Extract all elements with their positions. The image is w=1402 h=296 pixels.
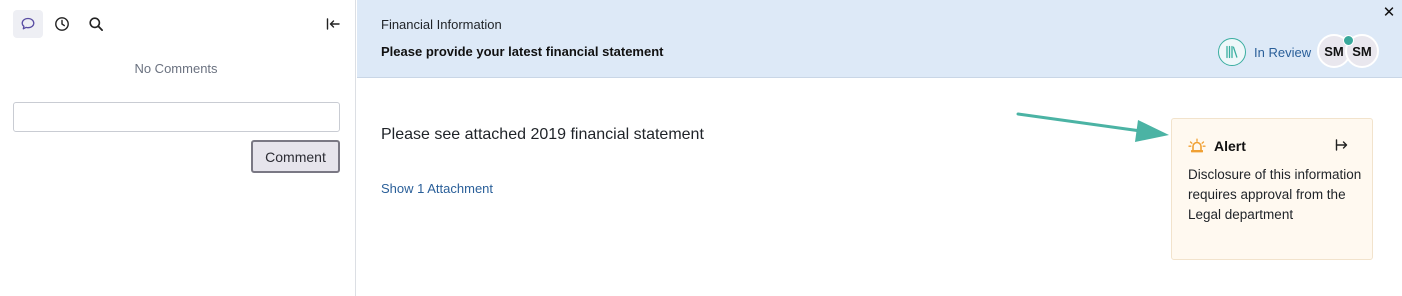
approved-check-badge — [1343, 35, 1354, 46]
siren-icon — [1188, 138, 1206, 153]
search-tab-button[interactable] — [81, 10, 111, 38]
comment-button[interactable]: Comment — [251, 140, 340, 173]
show-attachment-link[interactable]: Show 1 Attachment — [381, 181, 493, 196]
comment-icon — [21, 17, 35, 30]
question-title: Please provide your latest financial sta… — [381, 44, 664, 59]
section-label: Financial Information — [381, 17, 502, 32]
library-icon — [1226, 45, 1238, 59]
alert-body: Disclosure of this information requires … — [1188, 167, 1362, 222]
close-icon: ✕ — [1382, 4, 1396, 21]
question-header: Financial Information Please provide you… — [357, 0, 1402, 78]
alert-title: Alert — [1214, 138, 1246, 154]
comments-tab-button[interactable] — [13, 10, 43, 38]
expand-right-icon[interactable] — [1334, 136, 1350, 154]
status-text: In Review — [1254, 45, 1312, 60]
collapse-sidebar-button[interactable] — [320, 10, 346, 38]
main-panel: Financial Information Please provide you… — [357, 0, 1402, 296]
comment-input[interactable] — [13, 102, 340, 132]
history-tab-button[interactable] — [47, 10, 77, 38]
collapse-left-icon — [326, 18, 340, 30]
response-text: Please see attached 2019 financial state… — [381, 126, 704, 143]
alert-card: Alert Disclosure of this information req… — [1171, 118, 1373, 260]
close-button[interactable]: ✕ — [1382, 4, 1396, 22]
status-icon-badge — [1218, 38, 1246, 66]
history-icon — [55, 17, 69, 31]
no-comments-text: No Comments — [134, 61, 218, 76]
pointer-arrow — [1016, 112, 1169, 142]
search-icon — [89, 17, 103, 31]
comments-sidebar: No Comments Comment — [0, 0, 356, 296]
